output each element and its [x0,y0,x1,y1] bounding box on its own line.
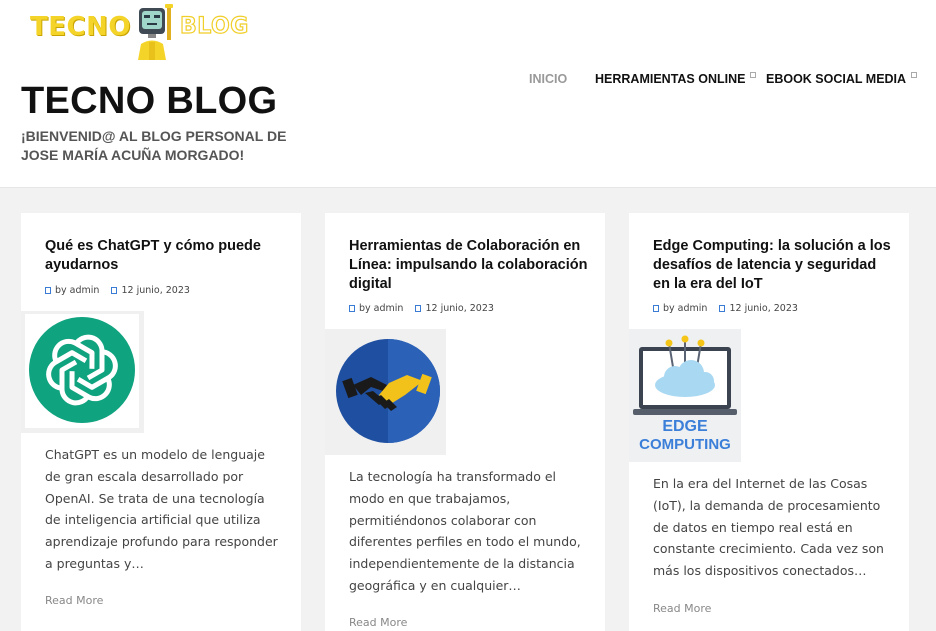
user-icon [653,305,659,312]
edge-computing-laptop-icon: EDGE COMPUTING [629,329,741,462]
user-icon [349,305,355,312]
post-title[interactable]: Qué es ChatGPT y cómo puede ayudarnos [45,237,289,275]
post-excerpt: En la era del Internet de las Cosas (IoT… [653,476,884,579]
calendar-icon [719,305,726,312]
post-title[interactable]: Edge Computing: la solución a los desafí… [653,237,897,294]
post-date[interactable]: 12 junio, 2023 [729,303,797,314]
post-card-edge-computing: Edge Computing: la solución a los desafí… [629,213,909,631]
calendar-icon [415,305,422,312]
read-more-link[interactable]: Read More [349,616,407,629]
calendar-icon [111,287,118,294]
post-author[interactable]: by admin [663,303,707,314]
user-icon [45,287,51,294]
post-card-chatgpt: Qué es ChatGPT y cómo puede ayudarnos by… [21,213,301,631]
post-author[interactable]: by admin [359,303,403,314]
post-meta: by admin 12 junio, 2023 [653,303,798,314]
read-more-link[interactable]: Read More [45,594,103,607]
read-more-link[interactable]: Read More [653,602,711,615]
post-thumbnail[interactable] [325,329,446,455]
post-thumbnail[interactable] [21,311,144,433]
site-header: TECNO BLOG TECNO BLOG ¡BIENVENID@ AL BLO… [0,0,936,188]
post-title[interactable]: Herramientas de Colaboración en Línea: i… [349,237,593,294]
logo-text-tecno: TECNO [30,12,131,42]
nav-item-label: EBOOK SOCIAL MEDIA [766,72,907,86]
main-nav: INICIO HERRAMIENTAS ONLINE EBOOK SOCIAL … [0,72,936,92]
nav-item-herramientas-online[interactable]: HERRAMIENTAS ONLINE [595,72,757,86]
nav-item-inicio[interactable]: INICIO [529,72,567,86]
logo-text-blog: BLOG [179,13,249,39]
post-meta: by admin 12 junio, 2023 [349,303,494,314]
dropdown-caret-icon [750,72,757,78]
post-excerpt: La tecnología ha transformado el modo en… [349,469,581,593]
post-thumbnail[interactable]: EDGE COMPUTING [629,329,741,462]
site-logo[interactable]: TECNO BLOG [30,4,250,60]
robot-icon [138,4,173,60]
nav-item-label: HERRAMIENTAS ONLINE [595,72,746,86]
dropdown-caret-icon [911,72,918,78]
post-meta: by admin 12 junio, 2023 [45,285,190,296]
site-tagline: ¡BIENVENID@ AL BLOG PERSONAL DE JOSE MAR… [21,128,287,163]
thumb-text-line2: COMPUTING [639,436,731,453]
nav-item-label: INICIO [529,72,568,86]
post-author[interactable]: by admin [55,285,99,296]
post-date[interactable]: 12 junio, 2023 [425,303,493,314]
thumb-text-line1: EDGE [662,418,708,435]
nav-item-ebook-social-media[interactable]: EBOOK SOCIAL MEDIA [766,72,918,86]
post-card-colaboracion: Herramientas de Colaboración en Línea: i… [325,213,605,631]
openai-logo-icon [25,314,139,428]
post-excerpt: ChatGPT es un modelo de lenguaje de gran… [45,447,278,571]
post-date[interactable]: 12 junio, 2023 [121,285,189,296]
handshake-icon [325,329,446,455]
